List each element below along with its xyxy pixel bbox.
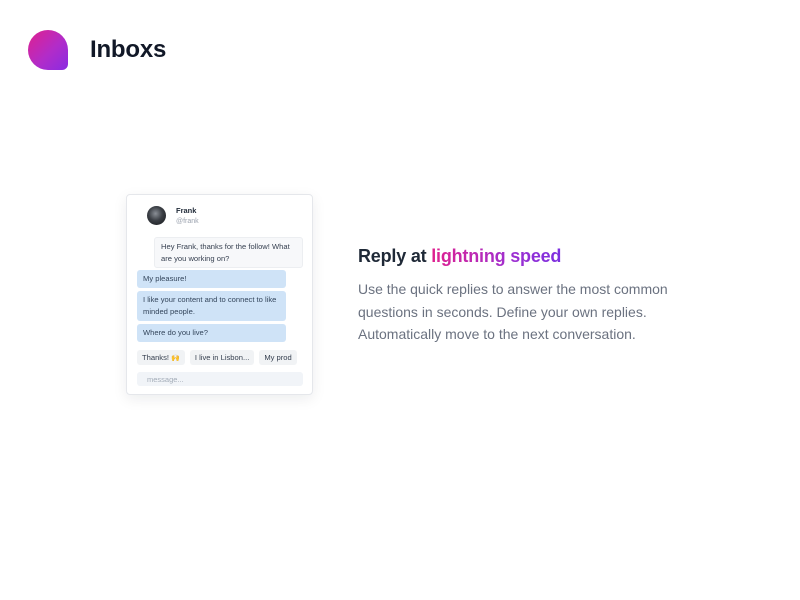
quick-reply-label: I live in Lisbon... [194,353,250,362]
outgoing-message: I like your content and to connect to li… [137,291,286,321]
feature-title: Reply at lightning speed [358,244,688,268]
logo-icon [28,30,68,70]
outgoing-message: Where do you live? [137,324,286,342]
feature-title-highlight: lightning speed [431,246,562,266]
quick-reply-chip[interactable]: I live in Lisbon... [189,350,255,365]
quick-reply-label: Thanks! [142,353,170,362]
raised-hands-icon: 🙌 [171,355,180,362]
incoming-message: Hey Frank, thanks for the follow! What a… [154,237,303,268]
quick-reply-chip[interactable]: My prod [259,350,297,365]
feature-title-prefix: Reply at [358,246,432,266]
quick-reply-label: My prod [264,353,292,362]
contact-name: Frank [176,206,197,215]
page: Inboxs Frank @frank Hey Frank, thanks fo… [0,0,800,600]
avatar [147,206,166,225]
message-input[interactable] [137,372,303,386]
app-name: Inboxs [90,36,167,63]
contact-info: Frank @frank [176,206,199,227]
chat-preview-card: Frank @frank Hey Frank, thanks for the f… [126,194,313,395]
brand: Inboxs [28,30,166,70]
quick-reply-chip[interactable]: Thanks! 🙌 [137,350,185,365]
feature-description: Use the quick replies to answer the most… [358,281,668,342]
contact-header: Frank @frank [147,206,199,227]
outgoing-message: My pleasure! [137,270,286,288]
quick-replies: Thanks! 🙌 I live in Lisbon... My prod [137,350,302,365]
contact-handle: @frank [176,218,199,225]
feature-section: Reply at lightning speed Use the quick r… [358,244,688,346]
